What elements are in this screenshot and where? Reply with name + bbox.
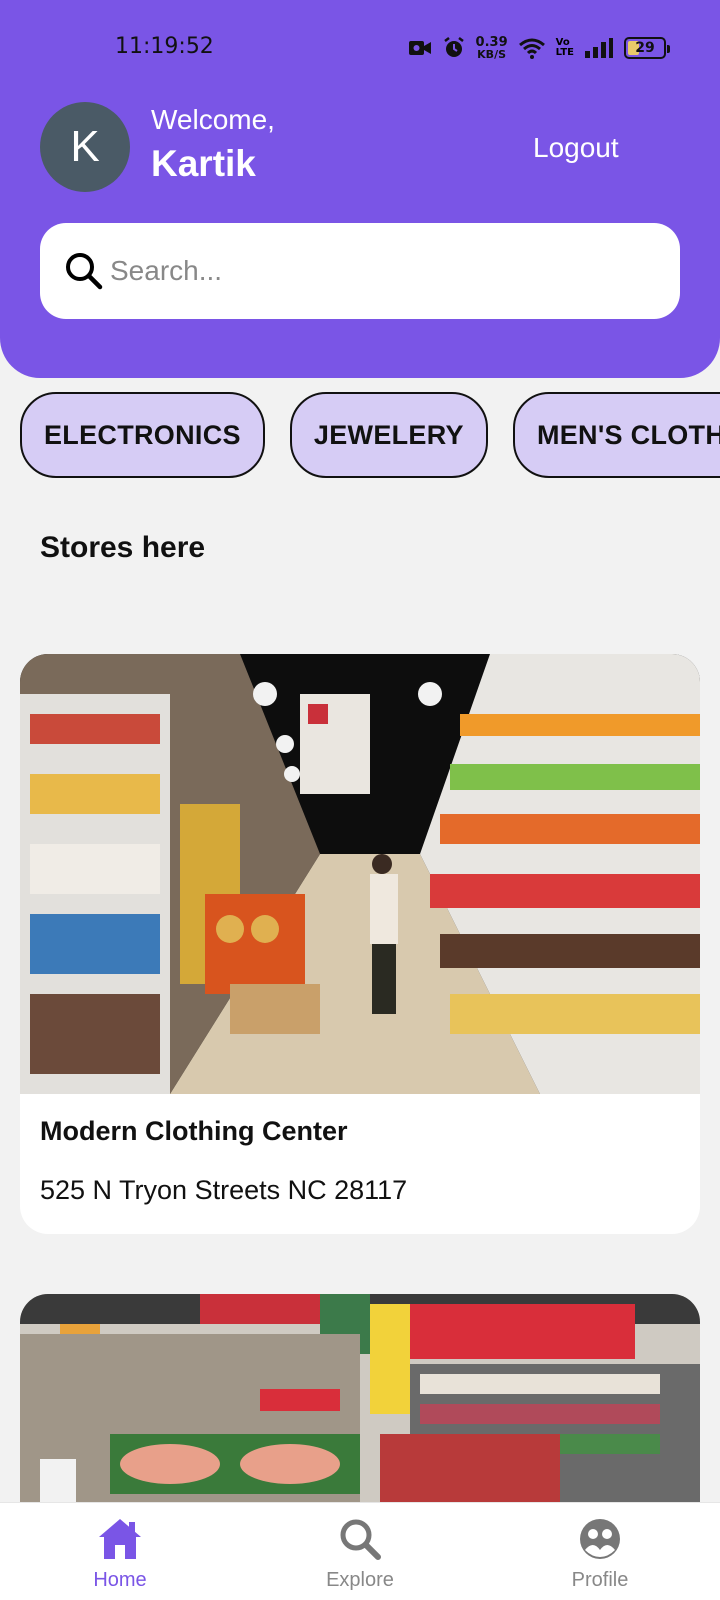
status-time: 11:19:52 <box>115 34 214 59</box>
bottom-navigation: Home Explore Profile <box>0 1502 720 1600</box>
home-icon <box>99 1519 141 1559</box>
avatar-initial: K <box>70 122 100 171</box>
search-bar[interactable] <box>40 223 680 319</box>
username: Kartik <box>151 143 256 184</box>
search-icon <box>66 253 103 290</box>
network-speed: 0.39 KB/S <box>475 35 508 61</box>
signal-icon <box>585 38 613 58</box>
category-chips: ELECTRONICS JEWELERY MEN'S CLOTHING <box>20 392 720 478</box>
status-bar: 11:19:52 0.39 KB/S Vo LTE 29 <box>0 28 720 68</box>
category-chip-mens-clothing[interactable]: MEN'S CLOTHING <box>512 392 720 478</box>
search-input[interactable] <box>110 255 630 287</box>
supermarket-aisle-image <box>20 654 700 1094</box>
profile-icon <box>580 1519 620 1559</box>
category-chip-electronics[interactable]: ELECTRONICS <box>20 392 265 478</box>
section-title: Stores here <box>40 531 206 564</box>
status-icons: 0.39 KB/S Vo LTE 29 <box>408 34 670 62</box>
header: 11:19:52 0.39 KB/S Vo LTE 29 K Welcome, … <box>0 0 720 378</box>
nav-home[interactable]: Home <box>20 1503 220 1600</box>
hd-camera-icon <box>408 41 431 55</box>
store-card[interactable]: Modern Clothing Center 525 N Tryon Stree… <box>20 654 700 1234</box>
category-chip-jewelery[interactable]: JEWELERY <box>289 392 488 478</box>
logout-button[interactable]: Logout <box>533 132 619 164</box>
nav-profile-label: Profile <box>571 1569 629 1591</box>
wifi-icon <box>518 38 545 59</box>
volte-indicator: Vo LTE <box>555 37 574 58</box>
store-name: Modern Clothing Center <box>40 1116 348 1146</box>
search-icon <box>340 1519 381 1560</box>
nav-home-label: Home <box>93 1569 147 1591</box>
store-address: 525 N Tryon Streets NC 28117 <box>40 1175 408 1205</box>
nav-profile[interactable]: Profile <box>500 1503 700 1600</box>
store-info: Modern Clothing Center 525 N Tryon Stree… <box>20 1094 700 1206</box>
alarm-icon <box>443 37 464 57</box>
battery-icon: 29 <box>624 37 670 59</box>
nav-explore-label: Explore <box>326 1569 394 1591</box>
store-image <box>20 654 700 1094</box>
avatar[interactable]: K <box>40 102 130 192</box>
welcome-text: Welcome, <box>151 104 275 135</box>
nav-explore[interactable]: Explore <box>260 1503 460 1600</box>
